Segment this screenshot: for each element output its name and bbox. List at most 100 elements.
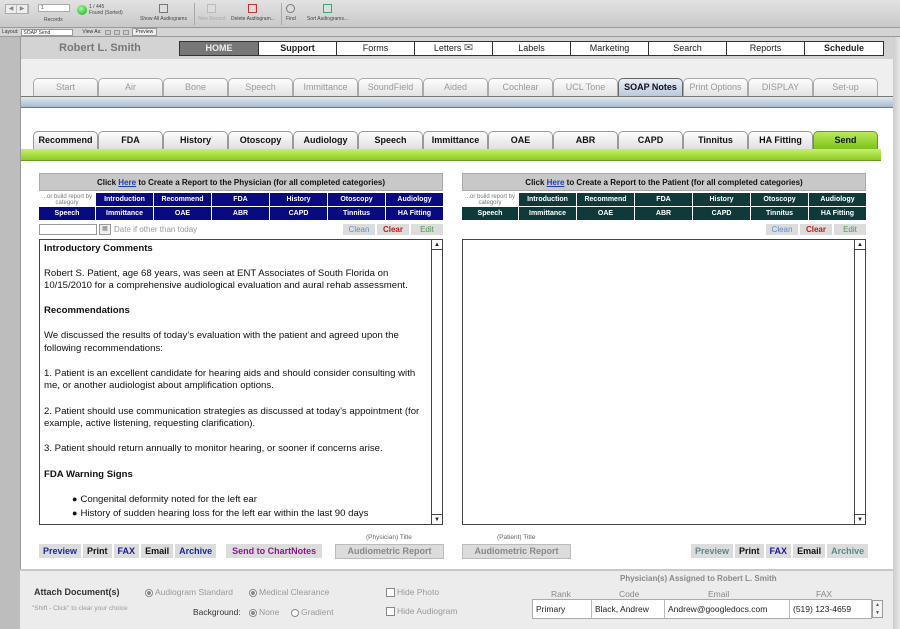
patient-report-text[interactable]: ▲ ▼ [462, 239, 866, 525]
pat-cat-abr[interactable]: ABR [635, 207, 692, 220]
tab-ucl-tone[interactable]: UCL Tone [553, 78, 618, 96]
tab-setup[interactable]: Set-up [813, 78, 878, 96]
soap-tab-fda[interactable]: FDA [98, 131, 163, 149]
pat-cat-oae[interactable]: OAE [577, 207, 634, 220]
attach-medical-clearance[interactable]: Medical Clearance [249, 587, 329, 597]
soap-tab-history[interactable]: History [163, 131, 228, 149]
tab-start[interactable]: Start [33, 78, 98, 96]
tab-print-options[interactable]: Print Options [683, 78, 748, 96]
preview-mode-button[interactable]: Preview [131, 28, 158, 36]
tab-soundfield[interactable]: SoundField [358, 78, 423, 96]
soap-tab-abr[interactable]: ABR [553, 131, 618, 149]
find-button[interactable]: Find [286, 4, 296, 22]
soap-tab-ha-fitting[interactable]: HA Fitting [748, 131, 813, 149]
physician-title-field[interactable]: Audiometric Report [335, 544, 444, 559]
layout-select[interactable]: SOAP Send [21, 28, 74, 36]
background-none-radio[interactable]: None [249, 607, 279, 617]
physician-clear-button[interactable]: Clear [377, 224, 409, 235]
patient-clear-button[interactable]: Clear [800, 224, 832, 235]
soap-tab-oae[interactable]: OAE [488, 131, 553, 149]
spin-down-icon[interactable]: ▼ [873, 609, 882, 617]
prev-record-icon[interactable]: ◀ [6, 5, 17, 13]
patient-email-button[interactable]: Email [793, 544, 826, 558]
phys-cat-abr[interactable]: ABR [212, 207, 269, 220]
phys-cat-oae[interactable]: OAE [154, 207, 211, 220]
nav-reports[interactable]: Reports [726, 41, 805, 56]
soap-tab-capd[interactable]: CAPD [618, 131, 683, 149]
soap-tab-recommend[interactable]: Recommend [33, 131, 98, 149]
date-field[interactable] [39, 224, 97, 235]
physician-spinner[interactable]: ▲ ▼ [872, 600, 883, 618]
physician-email[interactable]: Andrew@googledocs.com [665, 600, 790, 618]
phys-cat-audiology[interactable]: Audiology [386, 193, 443, 206]
scroll-up-icon[interactable]: ▲ [855, 240, 865, 250]
new-record-button[interactable]: New Record [198, 4, 226, 22]
phys-cat-otoscopy[interactable]: Otoscopy [328, 193, 385, 206]
phys-cat-tinnitus[interactable]: Tinnitus [328, 207, 385, 220]
phys-cat-immittance[interactable]: Immittance [96, 207, 153, 220]
view-form-icon[interactable] [104, 29, 111, 35]
scroll-down-icon[interactable]: ▼ [855, 514, 865, 524]
patient-clean-button[interactable]: Clean [766, 224, 798, 235]
phys-cat-introduction[interactable]: Introduction [96, 193, 153, 206]
physician-code[interactable]: Black, Andrew [592, 600, 665, 618]
scroll-down-icon[interactable]: ▼ [432, 514, 442, 524]
patient-edit-button[interactable]: Edit [834, 224, 866, 235]
calendar-icon[interactable]: ▦ [99, 224, 111, 235]
pat-cat-audiology[interactable]: Audiology [809, 193, 866, 206]
physician-fax-button[interactable]: FAX [113, 544, 140, 558]
physician-email-button[interactable]: Email [141, 544, 174, 558]
phys-cat-speech[interactable]: Speech [39, 207, 95, 220]
physician-report-link[interactable]: Here [118, 178, 136, 187]
soap-tab-audiology[interactable]: Audiology [293, 131, 358, 149]
pat-cat-immittance[interactable]: Immittance [519, 207, 576, 220]
pat-cat-history[interactable]: History [693, 193, 750, 206]
tab-cochlear[interactable]: Cochlear [488, 78, 553, 96]
physician-archive-button[interactable]: Archive [175, 544, 217, 558]
tab-bone[interactable]: Bone [163, 78, 228, 96]
soap-tab-speech[interactable]: Speech [358, 131, 423, 149]
patient-scrollbar[interactable]: ▲ ▼ [854, 240, 865, 524]
physician-rank[interactable]: Primary [533, 600, 592, 618]
pat-cat-fda[interactable]: FDA [635, 193, 692, 206]
physician-clean-button[interactable]: Clean [343, 224, 375, 235]
background-gradient-radio[interactable]: Gradient [291, 607, 334, 617]
patient-report-link[interactable]: Here [547, 178, 565, 187]
nav-support[interactable]: Support [258, 41, 337, 56]
pat-cat-recommend[interactable]: Recommend [577, 193, 634, 206]
soap-tab-send[interactable]: Send [813, 131, 878, 149]
physician-fax[interactable]: (519) 123-4659 [790, 600, 871, 618]
physician-row[interactable]: Primary Black, Andrew Andrew@googledocs.… [532, 599, 872, 619]
physician-report-text[interactable]: Introductory Comments Robert S. Patient,… [39, 239, 443, 525]
physician-edit-button[interactable]: Edit [411, 224, 443, 235]
phys-cat-recommend[interactable]: Recommend [154, 193, 211, 206]
phys-cat-capd[interactable]: CAPD [270, 207, 327, 220]
send-to-chartnotes-button[interactable]: Send to ChartNotes [226, 544, 323, 558]
soap-tab-tinnitus[interactable]: Tinnitus [683, 131, 748, 149]
physician-preview-button[interactable]: Preview [39, 544, 82, 558]
patient-fax-button[interactable]: FAX [765, 544, 792, 558]
phys-cat-ha-fitting[interactable]: HA Fitting [386, 207, 443, 220]
patient-title-field[interactable]: Audiometric Report [462, 544, 571, 559]
hide-photo-checkbox[interactable]: Hide Photo [386, 587, 439, 598]
tab-aided[interactable]: Aided [423, 78, 488, 96]
nav-labels[interactable]: Labels [492, 41, 571, 56]
tab-air[interactable]: Air [98, 78, 163, 96]
phys-cat-fda[interactable]: FDA [212, 193, 269, 206]
sort-button[interactable]: Sort Audiograms... [307, 4, 348, 22]
next-record-icon[interactable]: ▶ [17, 5, 28, 13]
soap-tab-otoscopy[interactable]: Otoscopy [228, 131, 293, 149]
physician-print-button[interactable]: Print [83, 544, 112, 558]
pat-cat-ha-fitting[interactable]: HA Fitting [809, 207, 866, 220]
nav-letters[interactable]: Letters ✉ [414, 41, 493, 56]
pat-cat-otoscopy[interactable]: Otoscopy [751, 193, 808, 206]
record-navigator[interactable]: ◀ ▶ [5, 4, 29, 14]
delete-audiogram-button[interactable]: Delete Audiogram... [231, 4, 275, 22]
nav-home[interactable]: HOME [179, 41, 259, 56]
tab-speech[interactable]: Speech [228, 78, 293, 96]
pat-cat-speech[interactable]: Speech [462, 207, 518, 220]
tab-display[interactable]: DISPLAY [748, 78, 813, 96]
physician-scrollbar[interactable]: ▲ ▼ [431, 240, 442, 524]
soap-tab-immittance[interactable]: Immittance [423, 131, 488, 149]
attach-audiogram-standard[interactable]: Audiogram Standard [145, 587, 233, 597]
